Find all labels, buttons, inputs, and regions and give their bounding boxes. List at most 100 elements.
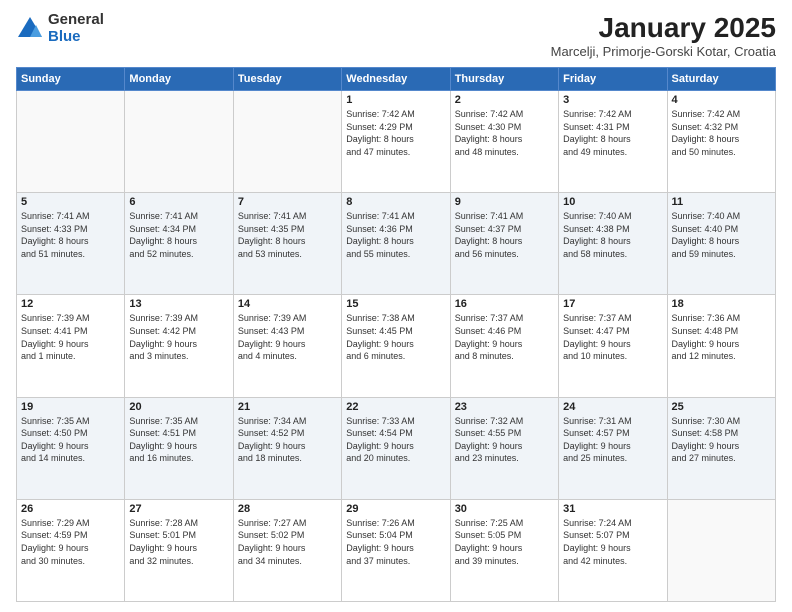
col-saturday: Saturday <box>667 68 775 91</box>
table-row: 13 Sunrise: 7:39 AM Sunset: 4:42 PM Dayli… <box>125 295 233 397</box>
day-number: 19 <box>21 401 120 413</box>
table-row: 20 Sunrise: 7:35 AM Sunset: 4:51 PM Dayli… <box>125 397 233 499</box>
day-info: Sunrise: 7:37 AM Sunset: 4:47 PM Dayligh… <box>563 312 662 362</box>
day-number: 30 <box>455 503 554 515</box>
title-block: January 2025 Marcelji, Primorje-Gorski K… <box>551 12 776 59</box>
day-number: 25 <box>672 401 771 413</box>
day-info: Sunrise: 7:41 AM Sunset: 4:35 PM Dayligh… <box>238 210 337 260</box>
logo-text: General Blue <box>48 12 104 45</box>
table-row: 26 Sunrise: 7:29 AM Sunset: 4:59 PM Dayli… <box>17 499 125 601</box>
calendar-week-row: 12 Sunrise: 7:39 AM Sunset: 4:41 PM Dayli… <box>17 295 776 397</box>
day-info: Sunrise: 7:24 AM Sunset: 5:07 PM Dayligh… <box>563 517 662 567</box>
table-row: 21 Sunrise: 7:34 AM Sunset: 4:52 PM Dayli… <box>233 397 341 499</box>
col-wednesday: Wednesday <box>342 68 450 91</box>
table-row: 6 Sunrise: 7:41 AM Sunset: 4:34 PM Daylig… <box>125 193 233 295</box>
day-info: Sunrise: 7:31 AM Sunset: 4:57 PM Dayligh… <box>563 415 662 465</box>
logo-blue-label: Blue <box>48 29 104 46</box>
day-info: Sunrise: 7:25 AM Sunset: 5:05 PM Dayligh… <box>455 517 554 567</box>
day-info: Sunrise: 7:39 AM Sunset: 4:43 PM Dayligh… <box>238 312 337 362</box>
day-number: 21 <box>238 401 337 413</box>
day-number: 12 <box>21 298 120 310</box>
day-info: Sunrise: 7:32 AM Sunset: 4:55 PM Dayligh… <box>455 415 554 465</box>
col-friday: Friday <box>559 68 667 91</box>
day-info: Sunrise: 7:26 AM Sunset: 5:04 PM Dayligh… <box>346 517 445 567</box>
table-row: 5 Sunrise: 7:41 AM Sunset: 4:33 PM Daylig… <box>17 193 125 295</box>
day-number: 4 <box>672 94 771 106</box>
table-row: 1Sunrise: 7:42 AM Sunset: 4:29 PM Daylig… <box>342 91 450 193</box>
day-number: 28 <box>238 503 337 515</box>
day-number: 1 <box>346 94 445 106</box>
day-number: 5 <box>21 196 120 208</box>
day-info: Sunrise: 7:42 AM Sunset: 4:32 PM Dayligh… <box>672 108 771 158</box>
table-row: 7 Sunrise: 7:41 AM Sunset: 4:35 PM Daylig… <box>233 193 341 295</box>
col-monday: Monday <box>125 68 233 91</box>
day-info: Sunrise: 7:39 AM Sunset: 4:42 PM Dayligh… <box>129 312 228 362</box>
day-number: 18 <box>672 298 771 310</box>
table-row: 14 Sunrise: 7:39 AM Sunset: 4:43 PM Dayli… <box>233 295 341 397</box>
table-row: 31Sunrise: 7:24 AM Sunset: 5:07 PM Dayli… <box>559 499 667 601</box>
day-info: Sunrise: 7:39 AM Sunset: 4:41 PM Dayligh… <box>21 312 120 362</box>
day-info: Sunrise: 7:35 AM Sunset: 4:51 PM Dayligh… <box>129 415 228 465</box>
table-row: 11 Sunrise: 7:40 AM Sunset: 4:40 PM Dayli… <box>667 193 775 295</box>
day-number: 20 <box>129 401 228 413</box>
table-row: 19 Sunrise: 7:35 AM Sunset: 4:50 PM Dayli… <box>17 397 125 499</box>
day-info: Sunrise: 7:42 AM Sunset: 4:31 PM Dayligh… <box>563 108 662 158</box>
day-info: Sunrise: 7:27 AM Sunset: 5:02 PM Dayligh… <box>238 517 337 567</box>
day-info: Sunrise: 7:34 AM Sunset: 4:52 PM Dayligh… <box>238 415 337 465</box>
table-row: 22 Sunrise: 7:33 AM Sunset: 4:54 PM Dayli… <box>342 397 450 499</box>
day-info: Sunrise: 7:41 AM Sunset: 4:37 PM Dayligh… <box>455 210 554 260</box>
day-info: Sunrise: 7:37 AM Sunset: 4:46 PM Dayligh… <box>455 312 554 362</box>
day-number: 9 <box>455 196 554 208</box>
day-info: Sunrise: 7:38 AM Sunset: 4:45 PM Dayligh… <box>346 312 445 362</box>
calendar-week-row: 19 Sunrise: 7:35 AM Sunset: 4:50 PM Dayli… <box>17 397 776 499</box>
day-info: Sunrise: 7:29 AM Sunset: 4:59 PM Dayligh… <box>21 517 120 567</box>
table-row: 24Sunrise: 7:31 AM Sunset: 4:57 PM Dayli… <box>559 397 667 499</box>
table-row: 9 Sunrise: 7:41 AM Sunset: 4:37 PM Daylig… <box>450 193 558 295</box>
table-row: 4 Sunrise: 7:42 AM Sunset: 4:32 PM Daylig… <box>667 91 775 193</box>
table-row <box>125 91 233 193</box>
table-row: 12 Sunrise: 7:39 AM Sunset: 4:41 PM Dayli… <box>17 295 125 397</box>
day-info: Sunrise: 7:35 AM Sunset: 4:50 PM Dayligh… <box>21 415 120 465</box>
day-number: 23 <box>455 401 554 413</box>
table-row: 3Sunrise: 7:42 AM Sunset: 4:31 PM Daylig… <box>559 91 667 193</box>
location: Marcelji, Primorje-Gorski Kotar, Croatia <box>551 44 776 59</box>
table-row: 28 Sunrise: 7:27 AM Sunset: 5:02 PM Dayli… <box>233 499 341 601</box>
day-number: 15 <box>346 298 445 310</box>
day-number: 17 <box>563 298 662 310</box>
col-tuesday: Tuesday <box>233 68 341 91</box>
table-row: 29 Sunrise: 7:26 AM Sunset: 5:04 PM Dayli… <box>342 499 450 601</box>
day-number: 13 <box>129 298 228 310</box>
table-row: 25Sunrise: 7:30 AM Sunset: 4:58 PM Dayli… <box>667 397 775 499</box>
day-info: Sunrise: 7:36 AM Sunset: 4:48 PM Dayligh… <box>672 312 771 362</box>
day-number: 29 <box>346 503 445 515</box>
day-info: Sunrise: 7:40 AM Sunset: 4:38 PM Dayligh… <box>563 210 662 260</box>
table-row: 15 Sunrise: 7:38 AM Sunset: 4:45 PM Dayli… <box>342 295 450 397</box>
day-info: Sunrise: 7:41 AM Sunset: 4:36 PM Dayligh… <box>346 210 445 260</box>
table-row: 17 Sunrise: 7:37 AM Sunset: 4:47 PM Dayli… <box>559 295 667 397</box>
col-sunday: Sunday <box>17 68 125 91</box>
logo-general-label: General <box>48 12 104 29</box>
day-info: Sunrise: 7:41 AM Sunset: 4:33 PM Dayligh… <box>21 210 120 260</box>
table-row: 2Sunrise: 7:42 AM Sunset: 4:30 PM Daylig… <box>450 91 558 193</box>
day-number: 22 <box>346 401 445 413</box>
day-number: 26 <box>21 503 120 515</box>
day-number: 8 <box>346 196 445 208</box>
table-row: 18 Sunrise: 7:36 AM Sunset: 4:48 PM Dayli… <box>667 295 775 397</box>
table-row: 30 Sunrise: 7:25 AM Sunset: 5:05 PM Dayli… <box>450 499 558 601</box>
day-number: 2 <box>455 94 554 106</box>
day-number: 7 <box>238 196 337 208</box>
logo-icon <box>16 15 44 43</box>
day-number: 6 <box>129 196 228 208</box>
table-row: 16 Sunrise: 7:37 AM Sunset: 4:46 PM Dayli… <box>450 295 558 397</box>
header: General Blue January 2025 Marcelji, Prim… <box>16 12 776 59</box>
col-thursday: Thursday <box>450 68 558 91</box>
table-row: 8 Sunrise: 7:41 AM Sunset: 4:36 PM Daylig… <box>342 193 450 295</box>
day-number: 14 <box>238 298 337 310</box>
day-info: Sunrise: 7:33 AM Sunset: 4:54 PM Dayligh… <box>346 415 445 465</box>
calendar-week-row: 1Sunrise: 7:42 AM Sunset: 4:29 PM Daylig… <box>17 91 776 193</box>
day-info: Sunrise: 7:40 AM Sunset: 4:40 PM Dayligh… <box>672 210 771 260</box>
table-row <box>17 91 125 193</box>
day-number: 16 <box>455 298 554 310</box>
day-number: 11 <box>672 196 771 208</box>
day-info: Sunrise: 7:41 AM Sunset: 4:34 PM Dayligh… <box>129 210 228 260</box>
